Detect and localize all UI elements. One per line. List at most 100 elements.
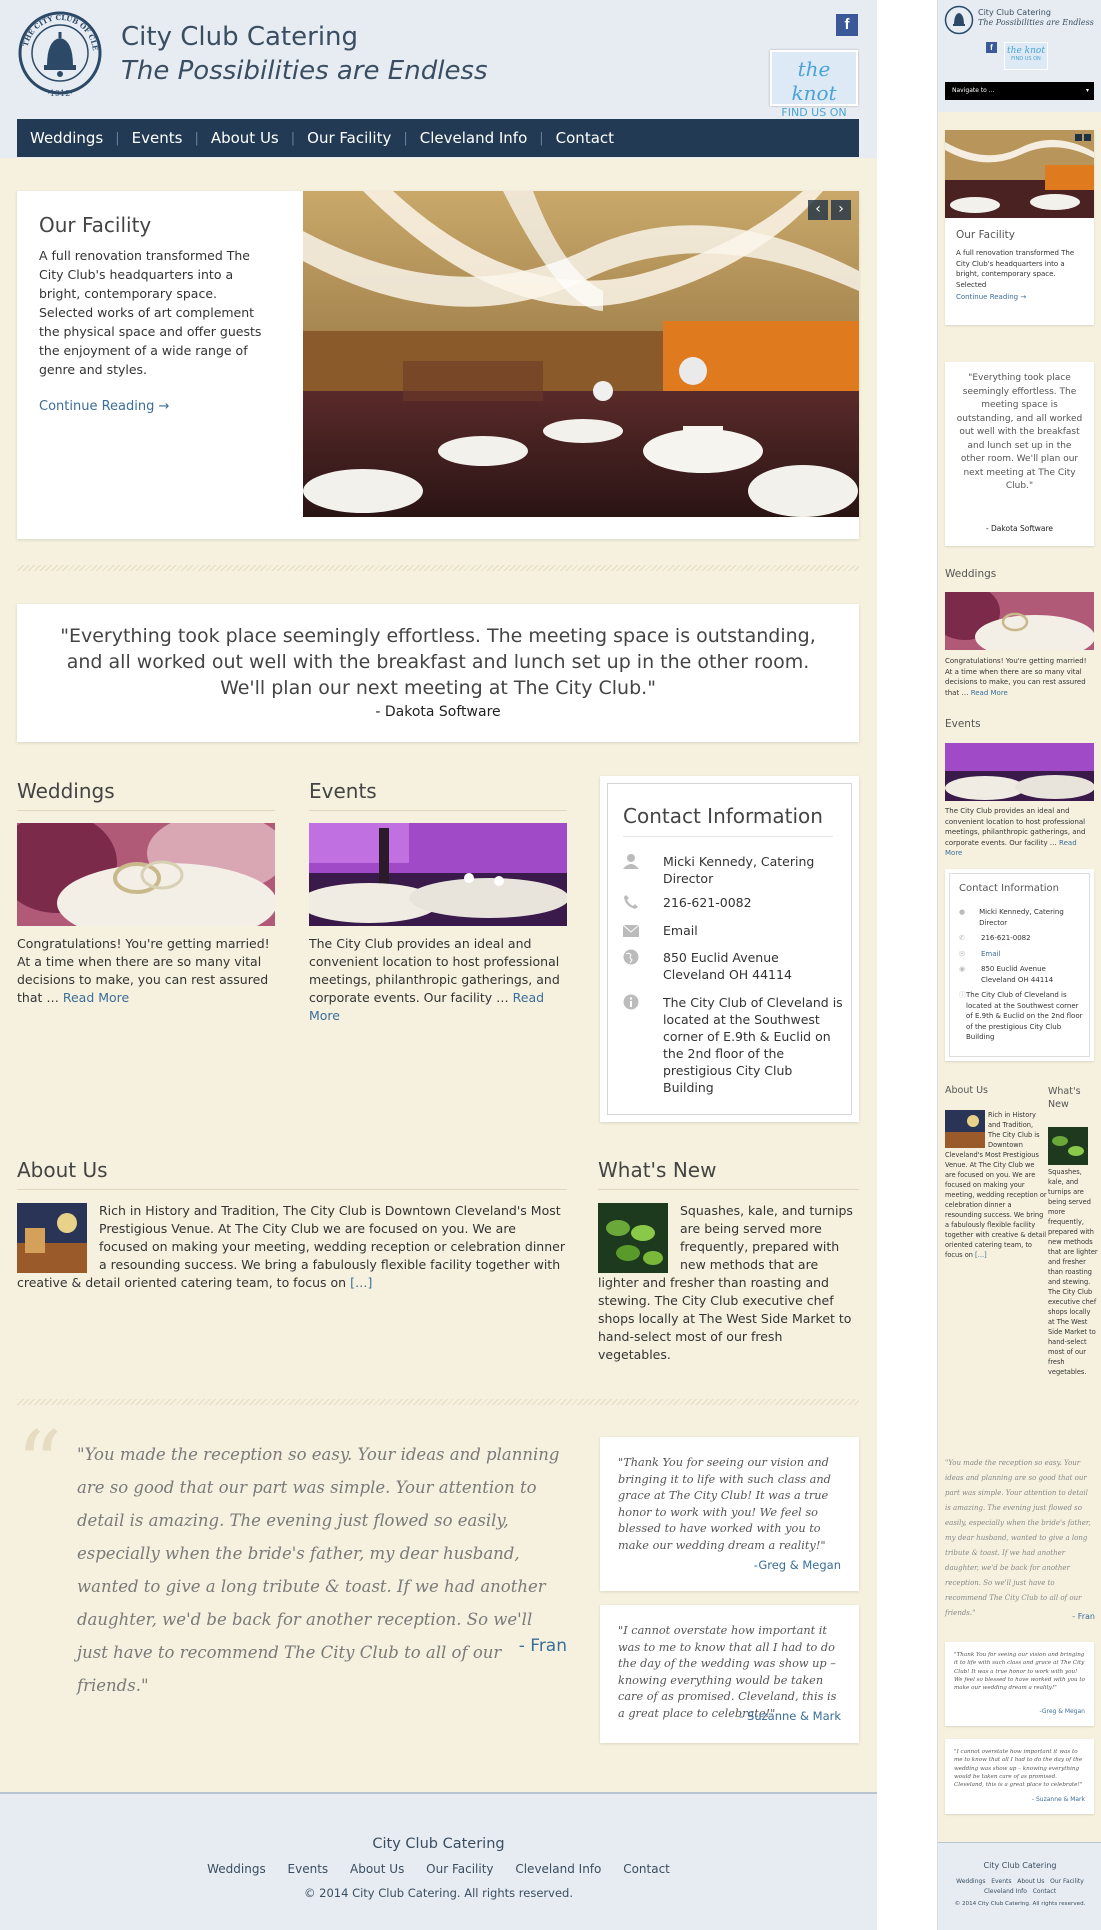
events-heading[interactable]: Events [309, 779, 567, 811]
mobile-whats-new-heading[interactable]: What's New [1048, 1085, 1098, 1111]
contact-email-row: Email [622, 922, 843, 941]
weddings-text: Congratulations! You're getting married!… [17, 936, 270, 1005]
testimonial-author: -Greg & Megan [753, 1558, 841, 1572]
mobile-site-title[interactable]: City Club Catering [978, 8, 1051, 17]
mobile-events-text: The City Club provides an ideal and conv… [945, 807, 1086, 857]
about-more-link[interactable]: […] [350, 1275, 372, 1290]
the-knot-badge[interactable]: the knot FIND US ON [770, 50, 858, 119]
mobile-facility-photo[interactable] [945, 130, 1094, 218]
city-club-logo[interactable]: THE CITY CLUB OF CLEVELAND ·1912· [17, 10, 103, 100]
testimonial-text: "Thank You for seeing our vision and bri… [618, 1456, 831, 1552]
mobile-facebook-icon[interactable]: f [986, 42, 997, 53]
mobile-whats-new-text: Squashes, kale, and turnips are being se… [1048, 1168, 1098, 1376]
mobile-about-text: Rich in History and Tradition, The City … [945, 1111, 1047, 1259]
contact-name-row: Micki Kennedy, Catering Director [623, 853, 843, 887]
contact-address: 850 Euclid Avenue Cleveland OH 44114 [663, 950, 792, 982]
footer-link-cleveland-info[interactable]: Cleveland Info [515, 1862, 601, 1876]
footer-nav: Weddings Events About Us Our Facility Cl… [0, 1862, 877, 1876]
contact-email-link[interactable]: Email [663, 922, 698, 941]
banquet-hall-image [303, 191, 859, 517]
nav-events[interactable]: Events [132, 129, 183, 147]
divider [17, 565, 859, 571]
contact-address-row: 850 Euclid Avenue Cleveland OH 44114 [623, 949, 843, 983]
copyright: © 2014 City Club Catering. All rights re… [304, 1886, 573, 1900]
slider-next-button[interactable]: › [831, 200, 851, 220]
whats-new-text: Squashes, kale, and turnips are being se… [598, 1203, 853, 1362]
facility-slider: Our Facility A full renovation transform… [17, 191, 859, 539]
nav-about-us[interactable]: About Us [211, 129, 279, 147]
mobile-main-testimonial-author: - Fran [1072, 1612, 1095, 1621]
svg-text:·1912·: ·1912· [47, 89, 72, 98]
mobile-weddings-heading[interactable]: Weddings [945, 568, 996, 580]
testimonial-author: - Suzanne & Mark [739, 1709, 841, 1723]
contact-info-row: The City Club of Cleveland is located at… [623, 994, 843, 1096]
about-heading[interactable]: About Us [17, 1158, 567, 1190]
facebook-icon[interactable]: f [836, 14, 858, 36]
main-testimonial-author: - Fran [518, 1636, 567, 1656]
nav-our-facility[interactable]: Our Facility [307, 129, 391, 147]
mobile-whats-new-thumbnail[interactable] [1048, 1127, 1088, 1165]
facility-photo[interactable]: ‹ › [303, 191, 859, 517]
mobile-the-knot-badge[interactable]: the knot FIND US ON [1004, 42, 1048, 70]
mobile-footer: City Club Catering Weddings Events About… [938, 1842, 1101, 1930]
mobile-continue-reading[interactable]: Continue Reading → [956, 292, 1026, 303]
footer-link-our-facility[interactable]: Our Facility [426, 1862, 493, 1876]
main-testimonial-text: "You made the reception so easy. Your id… [77, 1445, 560, 1695]
footer-link-events[interactable]: Events [288, 1862, 329, 1876]
testimonial-card: "Thank You for seeing our vision and bri… [600, 1437, 859, 1591]
featured-quote-author: - Dakota Software [375, 704, 501, 720]
mobile-events-photo[interactable] [945, 743, 1094, 801]
mobile-featured-testimonial: "Everything took place seemingly effortl… [945, 362, 1094, 546]
facility-title: Our Facility [39, 213, 152, 237]
mobile-site-tagline: The Possibilities are Endless [978, 18, 1094, 27]
footer-title: City Club Catering [372, 1836, 505, 1852]
info-icon [623, 994, 663, 1096]
divider [17, 1399, 859, 1405]
site-title[interactable]: City Club Catering [121, 22, 358, 52]
person-icon: ● [959, 908, 966, 916]
contact-phone-row: 216-621-0082 [623, 894, 843, 914]
globe-icon [623, 949, 663, 983]
whats-new-heading[interactable]: What's New [598, 1158, 859, 1190]
nav-cleveland-info[interactable]: Cleveland Info [420, 129, 528, 147]
site-tagline: The Possibilities are Endless [121, 56, 488, 86]
mobile-testimonial-card: "I cannot overstate how important it was… [945, 1739, 1094, 1814]
envelope-icon: ✉ [959, 949, 965, 958]
mobile-events-heading[interactable]: Events [945, 718, 981, 730]
knot-logo-text: the knot [791, 57, 837, 105]
events-photo[interactable] [309, 823, 567, 926]
footer-link-about-us[interactable]: About Us [350, 1862, 404, 1876]
facility-text: A full renovation transformed The City C… [39, 248, 262, 377]
contact-name: Micki Kennedy, Catering Director [663, 854, 815, 886]
weddings-photo[interactable] [17, 823, 275, 926]
phone-icon [623, 894, 663, 914]
nav-contact[interactable]: Contact [556, 129, 614, 147]
main-nav: Weddings | Events | About Us | Our Facility… [17, 119, 859, 157]
continue-reading-link[interactable]: Continue Reading → [39, 399, 169, 414]
testimonial-card: "I cannot overstate how important it was… [600, 1605, 859, 1743]
nav-weddings[interactable]: Weddings [30, 129, 103, 147]
contact-phone[interactable]: 216-621-0082 [663, 894, 752, 914]
slider-prev-button[interactable]: ‹ [808, 200, 828, 220]
mobile-footer-nav: Weddings Events About Us Our Facility Cl… [956, 1878, 1084, 1895]
mobile-facility-text: A full renovation transformed The City C… [956, 249, 1075, 289]
mobile-weddings-photo[interactable] [945, 592, 1094, 650]
mobile-nav-select[interactable]: Navigate to ... ▾ [945, 82, 1094, 100]
envelope-icon [622, 922, 663, 941]
weddings-read-more[interactable]: Read More [63, 990, 129, 1005]
slider-controls: ‹ › [808, 200, 851, 220]
footer-link-contact[interactable]: Contact [623, 1862, 670, 1876]
quote-mark-icon: “ [16, 1412, 63, 1517]
footer-link-weddings[interactable]: Weddings [207, 1862, 266, 1876]
info-icon: ⓘ [959, 991, 966, 999]
footer: City Club Catering Weddings Events About… [0, 1792, 877, 1930]
knot-find-us: FIND US ON [781, 106, 847, 119]
mobile-weddings-text: Congratulations! You're getting married!… [945, 657, 1087, 697]
globe-icon: ◉ [959, 965, 966, 973]
mobile-main-testimonial: "You made the reception so easy. Your id… [945, 1459, 1091, 1617]
mobile-about-heading[interactable]: About Us [945, 1085, 988, 1096]
person-icon [623, 853, 663, 887]
mobile-logo[interactable] [944, 5, 974, 35]
weddings-heading[interactable]: Weddings [17, 779, 275, 811]
mobile-testimonial-card: "Thank You for seeing our vision and bri… [945, 1642, 1094, 1726]
